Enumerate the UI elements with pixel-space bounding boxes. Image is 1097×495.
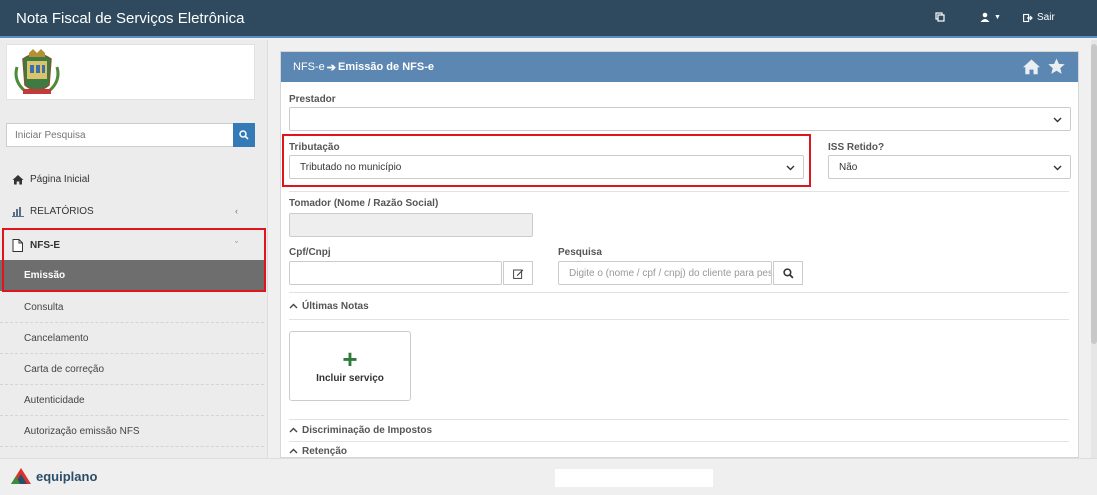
sidebar-search [6,123,255,147]
arrow-right-icon: ➔ [326,61,336,74]
incluir-servico-button[interactable]: + Incluir serviço [289,331,411,401]
chevron-down-icon [786,165,795,171]
chevron-up-icon [289,303,298,309]
sidebar-search-input[interactable] [6,123,233,147]
divider [289,319,1069,320]
user-icon [980,12,990,22]
section-title: Últimas Notas [302,301,369,312]
file-icon [12,238,26,252]
panel-tools [1022,58,1066,75]
iss-retido-select[interactable]: Não [828,155,1071,179]
sidebar-search-button[interactable] [233,123,255,147]
divider [289,292,1069,293]
pesquisa-search-button[interactable] [773,261,803,285]
equiplano-logo-icon [11,468,31,484]
emissao-panel: NFS-e ➔ Emissão de NFS-e Prestador Tribu… [280,51,1079,458]
cpf-cnpj-input[interactable] [289,261,502,285]
sidebar-item-label: Página Inicial [30,173,90,185]
copy-button[interactable] [935,12,945,22]
panel-header: NFS-e ➔ Emissão de NFS-e [281,52,1078,82]
divider [289,419,1069,420]
section-title: Discriminação de Impostos [302,425,433,436]
chevron-down-icon [1053,165,1062,171]
chevron-down-icon: ˇ [235,240,238,250]
prestador-label: Prestador [289,94,336,105]
sidebar-subitem-carta-correcao[interactable]: Carta de correção [0,354,264,385]
sidebar-item-label: RELATÓRIOS [30,205,94,217]
sidebar-subitem-emissao[interactable]: Emissão [0,260,264,291]
app-title: Nota Fiscal de Serviços Eletrônica [16,10,245,27]
chevron-up-icon [289,427,298,433]
prestador-select[interactable] [289,107,1071,131]
home-icon [12,174,26,185]
edit-icon [512,269,523,279]
footer-blank-box [555,469,713,487]
copy-icon [935,12,945,22]
tributacao-select[interactable]: Tributado no município [289,155,804,179]
discriminacao-impostos-toggle[interactable]: Discriminação de Impostos [289,425,1069,436]
chevron-down-icon [1053,117,1062,123]
iss-retido-value: Não [839,161,858,173]
search-icon [239,130,249,140]
star-icon[interactable] [1047,58,1066,75]
sidebar-item-label: NFS-E [30,239,60,251]
sidebar-subitem-cancelamento[interactable]: Cancelamento [0,323,264,354]
ultimas-notas-toggle[interactable]: Últimas Notas [289,301,1069,312]
scrollbar-thumb[interactable] [1091,44,1097,344]
page-scrollbar[interactable] [1091,40,1097,458]
logout-icon [1023,13,1033,22]
iss-retido-label: ISS Retido? [828,142,885,153]
divider [289,441,1069,442]
top-bar: Nota Fiscal de Serviços Eletrônica ▼ Sai… [0,0,1097,38]
cpf-cnpj-label: Cpf/Cnpj [289,247,331,258]
tomador-label: Tomador (Nome / Razão Social) [289,198,439,209]
pesquisa-label: Pesquisa [558,247,602,258]
equiplano-logo: equiplano [10,467,97,485]
tomador-input [289,213,533,237]
municipality-crest-logo [14,49,60,94]
retencao-toggle[interactable]: Retenção [289,446,1069,457]
sidebar-subitem-autenticidade[interactable]: Autenticidade [0,385,264,416]
chevron-up-icon [289,448,298,454]
municipality-logo-box [6,44,255,100]
user-menu-button[interactable]: ▼ [980,12,1001,22]
search-icon [782,267,794,279]
edit-button[interactable] [503,261,533,285]
incluir-servico-label: Incluir serviço [316,372,384,384]
logout-label: Sair [1037,12,1055,23]
sidebar-item-reports[interactable]: RELATÓRIOS ‹ [0,200,267,222]
bar-chart-icon [12,206,26,217]
page-title: Emissão de NFS-e [338,61,434,73]
equiplano-brand-text: equiplano [36,468,98,484]
pesquisa-input[interactable]: Digite o (nome / cpf / cnpj) do cliente … [558,261,772,285]
section-title: Retenção [302,446,348,457]
plus-icon: + [342,343,358,374]
sidebar-item-home[interactable]: Página Inicial [0,168,267,190]
chevron-left-icon: ‹ [235,206,238,216]
divider [289,191,1069,192]
footer: equiplano [0,458,1097,495]
tributacao-label: Tributação [289,142,340,153]
breadcrumb-root[interactable]: NFS-e [293,61,325,73]
sidebar-item-nfse[interactable]: NFS-E ˇ [0,230,267,260]
sidebar-subitem-autorizacao[interactable]: Autorização emissão NFS [0,416,264,447]
chevron-down-icon: ▼ [994,13,1001,21]
home-icon[interactable] [1022,58,1041,75]
logout-button[interactable]: Sair [1023,12,1055,23]
tributacao-value: Tributado no município [300,161,402,173]
sidebar: Página Inicial RELATÓRIOS ‹ NFS-E ˇ Emis… [0,40,268,458]
sidebar-subitem-consulta[interactable]: Consulta [0,292,264,323]
